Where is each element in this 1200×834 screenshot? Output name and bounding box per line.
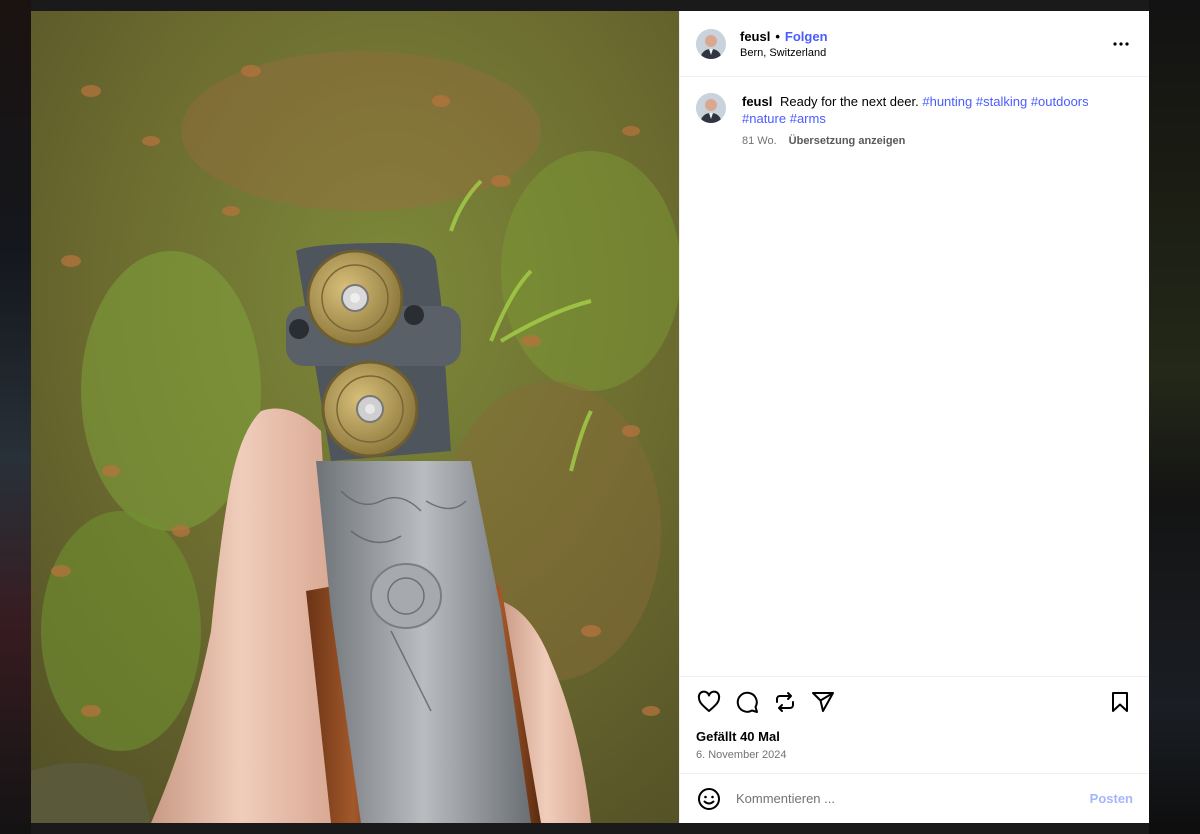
more-options-button[interactable]	[1109, 32, 1133, 56]
post-comment-button[interactable]: Posten	[1090, 791, 1133, 806]
location-link[interactable]: Bern, Switzerland	[740, 47, 828, 59]
hashtag-link[interactable]: #arms	[790, 111, 826, 126]
username-link[interactable]: feusl	[740, 29, 770, 44]
comment-form: Posten	[680, 773, 1149, 823]
hashtag-link[interactable]: #hunting	[922, 94, 972, 109]
repost-button[interactable]	[772, 689, 798, 715]
hashtag-link[interactable]: #stalking	[976, 94, 1027, 109]
repost-icon	[776, 692, 794, 712]
comments-section: feusl Ready for the next deer. #hunting …	[680, 77, 1149, 676]
post-image[interactable]	[31, 11, 679, 823]
hashtag-link[interactable]: #nature	[742, 111, 786, 126]
caption-body: feusl Ready for the next deer. #hunting …	[742, 93, 1089, 150]
emoji-icon	[698, 787, 720, 810]
bookmark-icon	[1112, 692, 1128, 712]
like-button[interactable]	[696, 689, 722, 715]
share-icon	[812, 692, 834, 712]
comment-input[interactable]	[734, 790, 1090, 807]
share-button[interactable]	[810, 689, 836, 715]
post-date[interactable]: 6. November 2024	[696, 749, 1133, 761]
avatar[interactable]	[696, 28, 726, 59]
caption-text: Ready for the next deer.	[779, 94, 919, 109]
actions-area: Gefällt 40 Mal 6. November 2024	[680, 676, 1149, 773]
comment-button[interactable]	[734, 689, 760, 715]
follow-button[interactable]: Folgen	[785, 29, 828, 44]
hashtag-link[interactable]: #outdoors	[1031, 94, 1089, 109]
caption-meta: 81 Wo. Übersetzung anzeigen	[742, 133, 1089, 150]
heart-icon	[697, 690, 721, 712]
translate-button[interactable]: Übersetzung anzeigen	[789, 133, 906, 150]
separator-dot: •	[775, 28, 780, 44]
emoji-button[interactable]	[696, 786, 722, 812]
profile-photo	[696, 28, 726, 59]
action-bar	[696, 689, 1133, 715]
header-text: feusl • Folgen Bern, Switzerland	[740, 29, 828, 59]
header-row: feusl • Folgen	[740, 29, 828, 44]
shotgun-shells-photo	[31, 11, 679, 823]
post-details-panel: feusl • Folgen Bern, Switzerland feusl R…	[679, 11, 1149, 823]
caption-username-link[interactable]: feusl	[742, 94, 772, 109]
likes-count[interactable]: Gefällt 40 Mal	[696, 729, 1133, 744]
post-age[interactable]: 81 Wo.	[742, 133, 777, 150]
more-horizontal-icon	[1113, 41, 1129, 46]
post-header: feusl • Folgen Bern, Switzerland	[680, 11, 1149, 77]
caption-avatar[interactable]	[696, 93, 726, 123]
caption: feusl Ready for the next deer. #hunting …	[696, 93, 1133, 150]
save-button[interactable]	[1107, 689, 1133, 715]
profile-photo	[696, 93, 726, 123]
comment-icon	[736, 691, 758, 713]
post-modal: feusl • Folgen Bern, Switzerland feusl R…	[31, 11, 1149, 823]
